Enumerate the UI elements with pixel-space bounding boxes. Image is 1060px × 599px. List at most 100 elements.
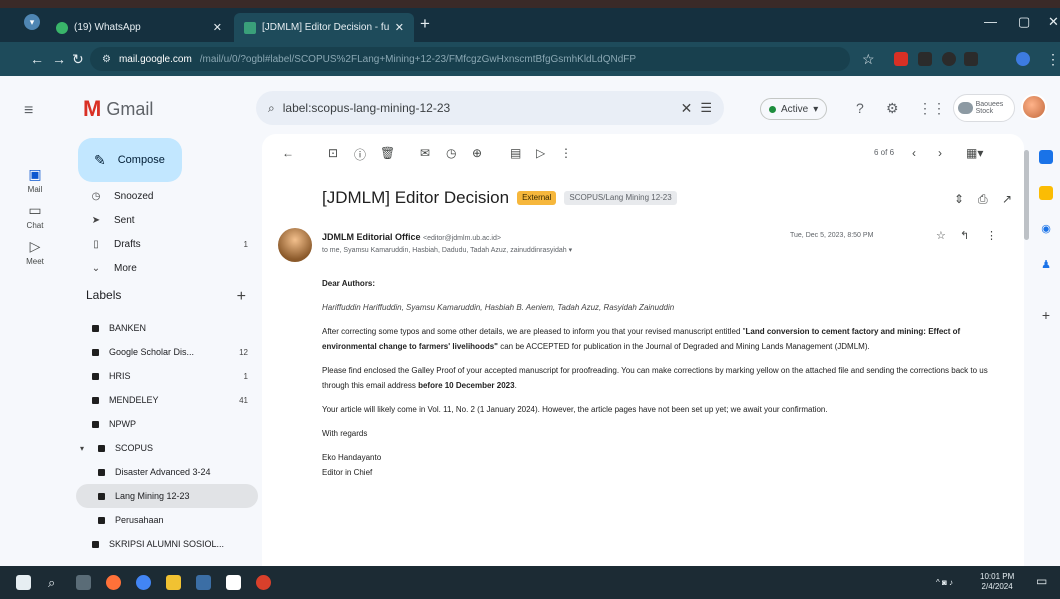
clear-search-icon[interactable]: ✕ xyxy=(681,100,693,117)
archive-icon[interactable]: ⊡ xyxy=(328,146,338,160)
help-icon[interactable]: ? xyxy=(856,100,864,116)
label-google-scholar[interactable]: Google Scholar Dis... 12 xyxy=(76,340,258,364)
firefox-icon[interactable] xyxy=(106,575,121,590)
search-options-icon[interactable]: ☰ xyxy=(700,100,712,116)
move-to-icon[interactable]: ▤ xyxy=(510,146,521,160)
file-explorer-icon[interactable] xyxy=(166,575,181,590)
minimize-icon[interactable]: — xyxy=(984,14,997,29)
task-view-icon[interactable] xyxy=(76,575,91,590)
main-menu-icon[interactable]: ≡ xyxy=(24,102,33,120)
tab-editor-decision[interactable]: [JDMLM] Editor Decision - fu ✕ xyxy=(234,13,414,42)
print-icon[interactable]: ⎙ xyxy=(978,192,988,207)
calendar-icon[interactable] xyxy=(1039,150,1053,164)
delete-icon[interactable]: 🗑 xyxy=(380,146,395,160)
recipients-line[interactable]: to me, Syamsu Kamaruddin, Hasbiah, Dadud… xyxy=(322,246,572,254)
search-bar[interactable]: ⌕ label:scopus-lang-mining-12-23 ✕ ☰ xyxy=(256,91,724,125)
sidebar-item-snoozed[interactable]: ◷ Snoozed xyxy=(76,184,258,208)
back-to-list-icon[interactable]: ← xyxy=(282,146,294,160)
tab-whatsapp[interactable]: (19) WhatsApp ✕ xyxy=(46,13,232,42)
sidebar-item-sent[interactable]: ➤ Sent xyxy=(76,208,258,232)
sidebar-item-more[interactable]: ⌄ More xyxy=(76,256,258,280)
create-label-icon[interactable]: + xyxy=(237,288,246,306)
extensions-puzzle-icon[interactable] xyxy=(964,52,978,66)
label-chip[interactable]: SCOPUS/Lang Mining 12-23 xyxy=(564,191,677,205)
status-dropdown[interactable]: Active ▾ xyxy=(760,98,828,120)
sidebar-item-drafts[interactable]: ▯ Drafts 1 xyxy=(76,232,258,256)
tab-search-icon[interactable]: ▾ xyxy=(24,14,40,30)
windows-start-icon[interactable] xyxy=(16,575,31,590)
message-more-icon[interactable]: ⋮ xyxy=(986,229,997,242)
app-icon[interactable] xyxy=(226,575,241,590)
rail-meet[interactable]: ▷ Meet xyxy=(0,238,70,266)
maximize-icon[interactable]: ▢ xyxy=(1018,14,1030,30)
label-npwp[interactable]: NPWP xyxy=(76,412,258,436)
label-perusahaan[interactable]: Perusahaan xyxy=(76,508,258,532)
app-icon[interactable] xyxy=(256,575,271,590)
mark-unread-icon[interactable]: ✉ xyxy=(420,146,430,160)
keyboard-icon[interactable]: ▦▾ xyxy=(966,146,983,160)
browser-menu-icon[interactable]: ⋮ xyxy=(1046,51,1060,68)
notification-icon[interactable]: ▭ xyxy=(1036,575,1047,587)
report-spam-icon[interactable]: ⓘ xyxy=(354,146,366,163)
chrome-icon[interactable] xyxy=(136,575,151,590)
keep-icon[interactable] xyxy=(1039,186,1053,200)
gmail-app: ≡ M Gmail ⌕ label:scopus-lang-mining-12-… xyxy=(0,76,1060,566)
profile-icon[interactable] xyxy=(1016,52,1030,66)
site-info-icon[interactable]: ⚙ xyxy=(102,54,111,65)
expand-all-icon[interactable]: ⇕ xyxy=(954,192,964,206)
label-banken[interactable]: BANKEN xyxy=(76,316,258,340)
label-scopus[interactable]: ▾ SCOPUS xyxy=(76,436,258,460)
label-icon[interactable]: ▷ xyxy=(536,146,545,160)
new-tab-button[interactable]: + xyxy=(420,14,430,34)
apps-grid-icon[interactable]: ⋮⋮ xyxy=(918,100,946,117)
labels-heading: Labels + xyxy=(86,288,246,306)
close-tab-icon[interactable]: ✕ xyxy=(213,21,222,34)
label-skripsi-alumni[interactable]: SKRIPSI ALUMNI SOSIOL... xyxy=(76,532,258,556)
tray-icons[interactable]: ^ ◙ ♪ xyxy=(936,578,953,588)
rail-mail[interactable]: ▣ Mail xyxy=(0,166,70,194)
close-tab-icon[interactable]: ✕ xyxy=(395,21,404,34)
account-avatar[interactable] xyxy=(1021,94,1047,120)
forward-icon[interactable]: → xyxy=(52,51,66,67)
star-icon[interactable]: ☆ xyxy=(936,229,946,242)
gmail-logo[interactable]: M Gmail xyxy=(83,96,153,122)
tasks-icon[interactable]: ◉ xyxy=(1039,222,1053,236)
snooze-icon[interactable]: ◷ xyxy=(446,146,456,160)
rail-chat[interactable]: ▭ Chat xyxy=(0,202,70,230)
label-mendeley[interactable]: MENDELEY 41 xyxy=(76,388,258,412)
open-new-window-icon[interactable]: ↗ xyxy=(1002,192,1012,206)
label-tag-icon xyxy=(98,444,105,452)
compose-button[interactable]: ✎ Compose xyxy=(78,138,182,182)
get-addons-icon[interactable]: + xyxy=(1039,308,1053,322)
close-window-icon[interactable]: ✕ xyxy=(1048,14,1059,30)
expand-caret-icon[interactable]: ▾ xyxy=(80,444,88,453)
reload-icon[interactable]: ↻ xyxy=(72,51,84,68)
newer-icon[interactable]: ‹ xyxy=(912,146,916,160)
older-icon[interactable]: › xyxy=(938,146,942,160)
label-name: SCOPUS xyxy=(115,443,154,453)
address-bar[interactable]: ⚙ mail.google.com /mail/u/0/?ogbl#label/… xyxy=(90,47,850,71)
contacts-icon[interactable]: ♟ xyxy=(1039,258,1053,272)
app-icon[interactable] xyxy=(196,575,211,590)
search-input[interactable]: label:scopus-lang-mining-12-23 xyxy=(283,101,673,115)
reply-icon[interactable]: ↰ xyxy=(960,229,969,242)
add-to-tasks-icon[interactable]: ⊕ xyxy=(472,146,482,160)
body-paragraph-2: Please find enclosed the Galley Proof of… xyxy=(322,366,988,390)
scrollbar-thumb[interactable] xyxy=(1024,150,1029,240)
search-icon[interactable]: ⌕ xyxy=(48,575,63,590)
label-hris[interactable]: HRIS 1 xyxy=(76,364,258,388)
settings-gear-icon[interactable]: ⚙ xyxy=(886,100,899,117)
back-icon[interactable]: ← xyxy=(30,51,44,67)
sender-avatar[interactable] xyxy=(278,228,312,262)
tab-label: (19) WhatsApp xyxy=(74,22,141,33)
extension-icon[interactable] xyxy=(894,52,908,66)
more-actions-icon[interactable]: ⋮ xyxy=(560,146,572,160)
label-disaster-advanced[interactable]: Disaster Advanced 3-24 xyxy=(76,460,258,484)
label-lang-mining[interactable]: Lang Mining 12-23 xyxy=(76,484,258,508)
account-org-badge[interactable]: Baouees Stock xyxy=(953,94,1015,122)
search-icon[interactable]: ⌕ xyxy=(268,101,275,116)
bookmark-star-icon[interactable]: ☆ xyxy=(862,51,875,68)
extension-icon[interactable] xyxy=(918,52,932,66)
taskbar-clock[interactable]: 10:01 PM 2/4/2024 xyxy=(980,572,1014,592)
extension-icon[interactable] xyxy=(942,52,956,66)
